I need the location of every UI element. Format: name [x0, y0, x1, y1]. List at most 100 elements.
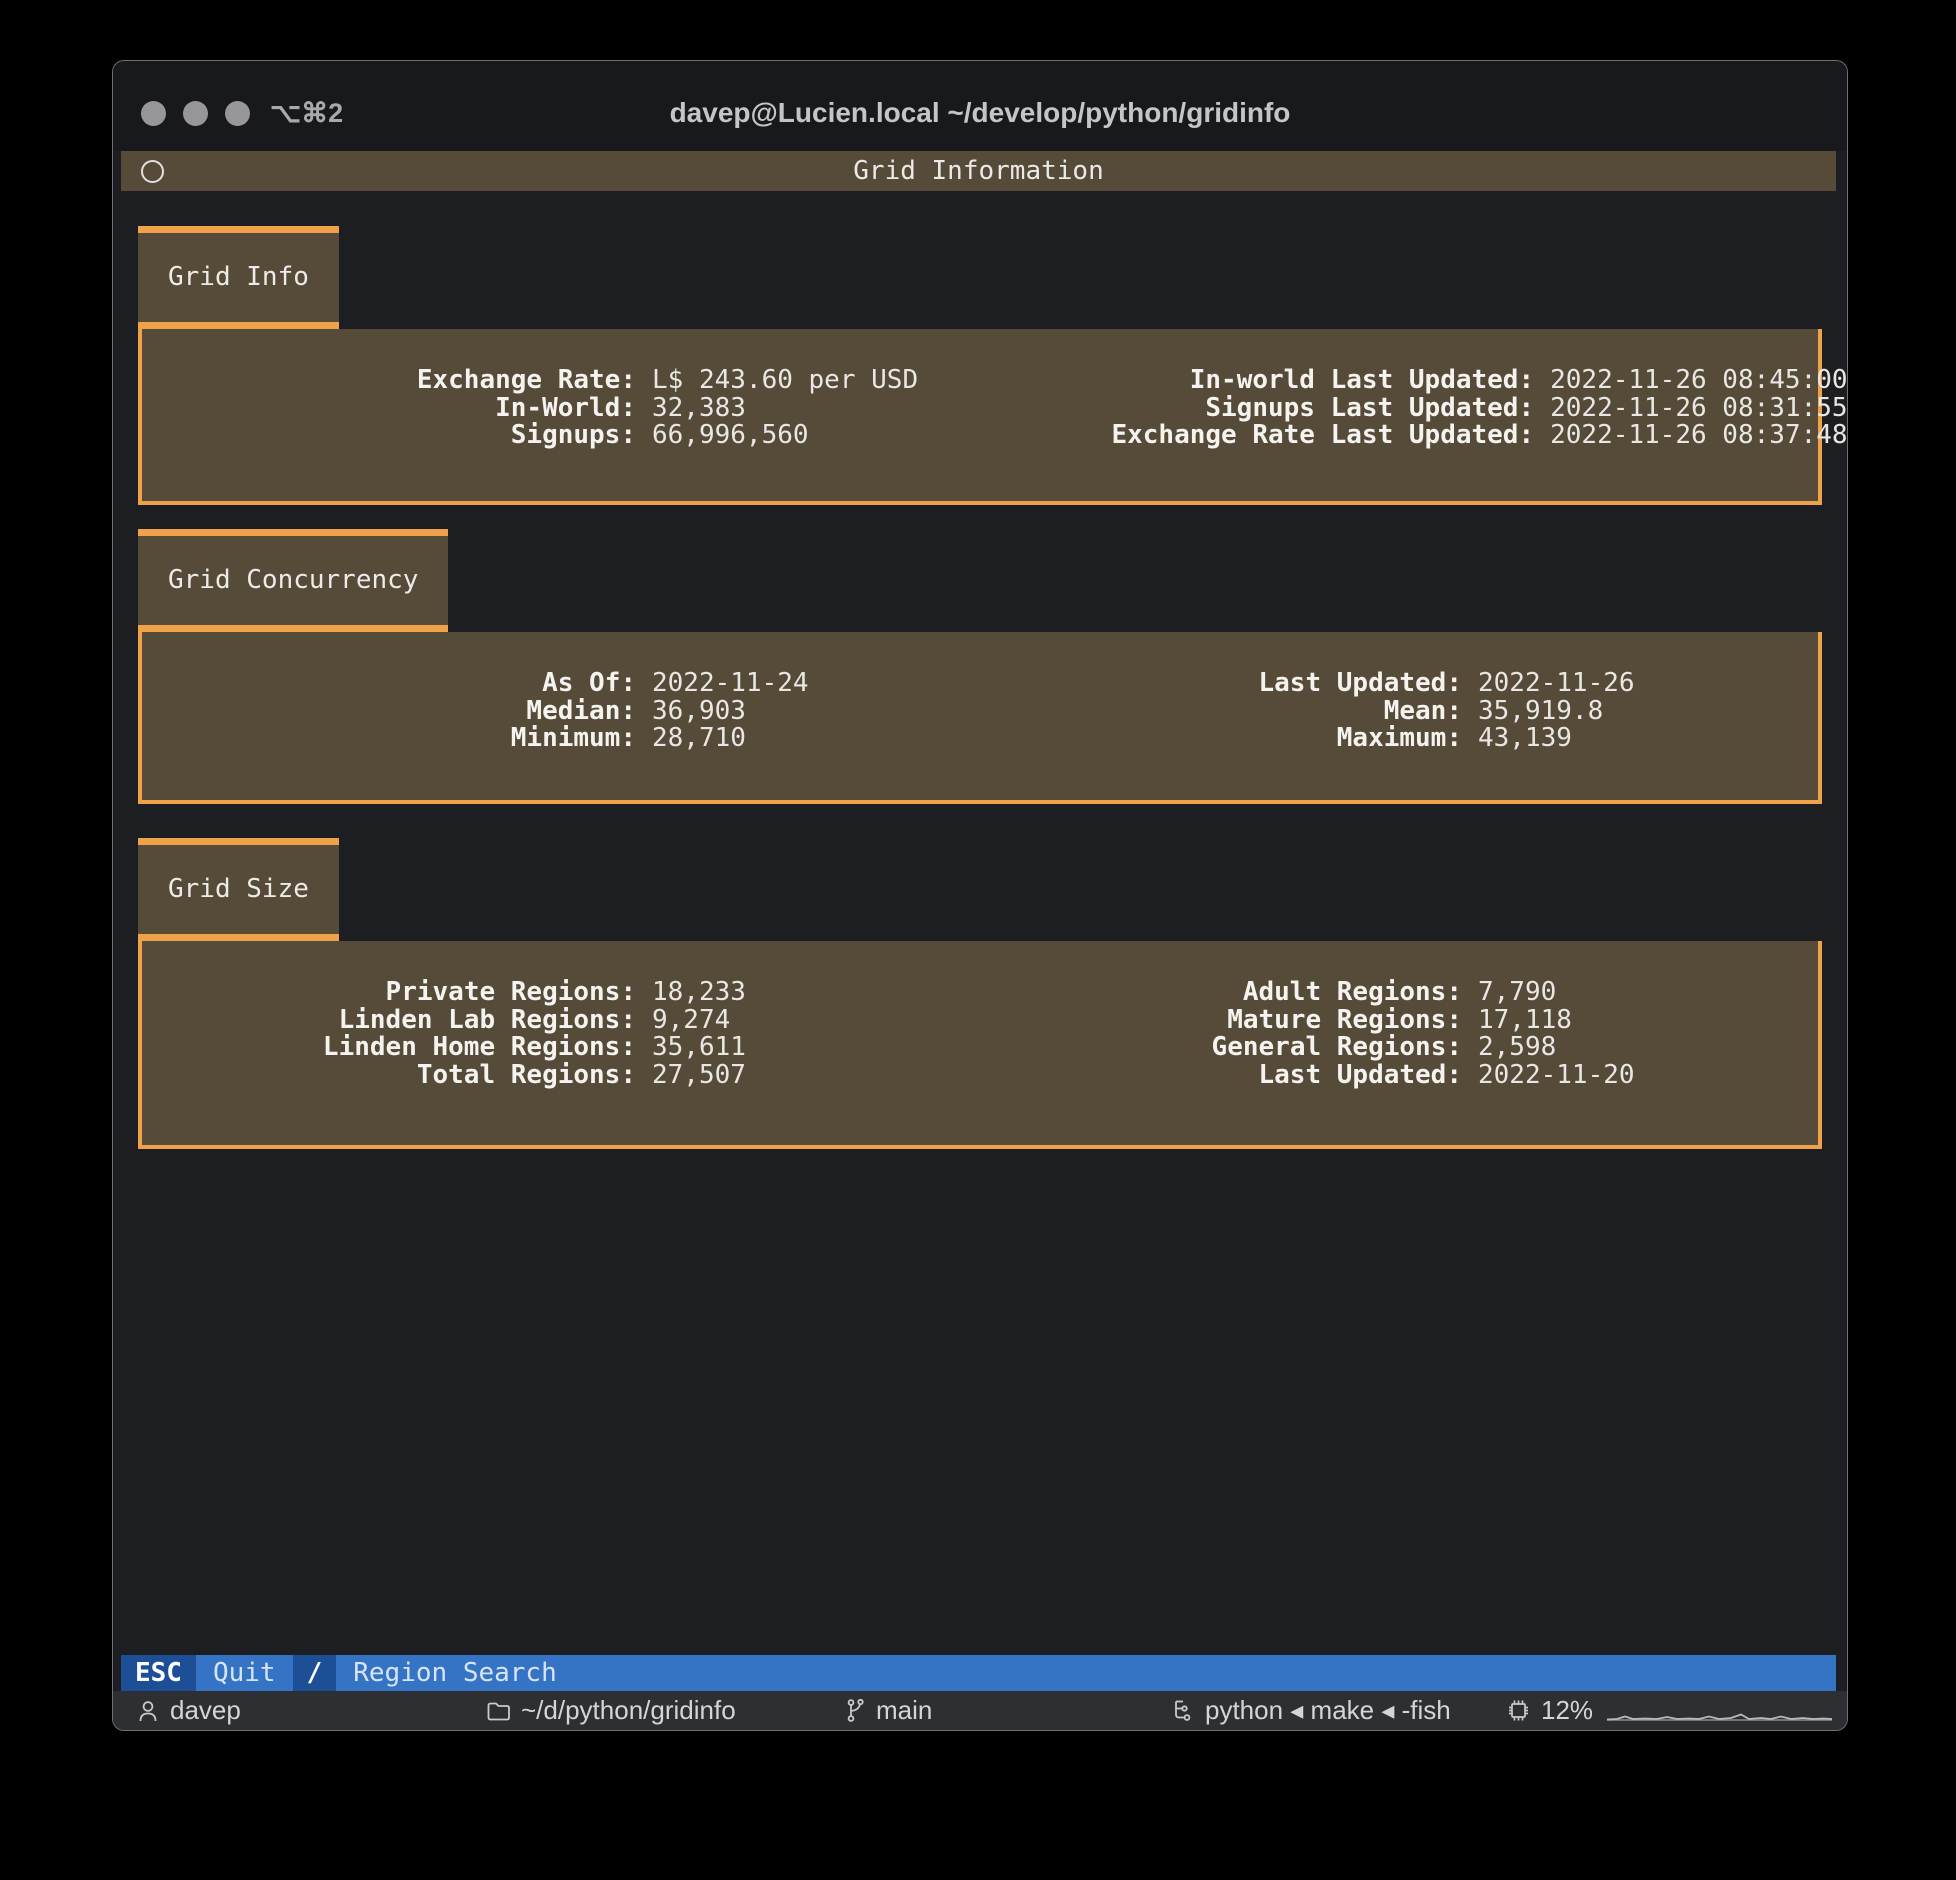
tab-shortcut-label: ⌥⌘2 — [270, 75, 343, 151]
field-row: Linden Home Regions: 35,611 — [142, 1034, 846, 1062]
field-row: Total Regions: 27,507 — [142, 1062, 846, 1090]
field-label: Minimum: — [142, 725, 636, 753]
terminal-screen: Grid Information Grid Info Exchange Rate… — [113, 151, 1847, 1691]
footer-keybindings: ESC Quit / Region Search — [121, 1655, 1836, 1691]
status-cpu-percent: 12% — [1541, 1695, 1593, 1726]
panel-column-right: Adult Regions: 7,790 Mature Regions: 17,… — [846, 979, 1818, 1145]
field-value: 28,710 — [652, 725, 746, 753]
status-cpu: 12% — [1505, 1691, 1593, 1730]
field-row: Exchange Rate Last Updated: 2022-11-26 0… — [918, 422, 1847, 450]
field-value: L$ 243.60 per USD — [652, 367, 918, 395]
field-label: Exchange Rate Last Updated: — [918, 422, 1534, 450]
panel-grid-size: Private Regions: 18,233 Linden Lab Regio… — [138, 941, 1822, 1149]
field-label: Exchange Rate: — [142, 367, 636, 395]
field-row: Mean: 35,919.8 — [846, 698, 1818, 726]
field-value: 2022-11-26 08:37:48 — [1550, 422, 1847, 450]
minimize-button[interactable] — [183, 101, 208, 126]
git-branch-icon — [843, 1697, 867, 1724]
field-row: Adult Regions: 7,790 — [846, 979, 1818, 1007]
field-value: 2022-11-24 — [652, 670, 809, 698]
cpu-chip-icon — [1505, 1697, 1532, 1724]
status-user-name: davep — [170, 1695, 241, 1726]
close-button[interactable] — [141, 101, 166, 126]
folder-icon — [485, 1697, 512, 1724]
field-value: 32,383 — [652, 395, 746, 423]
panel-column-left: As Of: 2022-11-24 Median: 36,903 Minimum… — [142, 670, 846, 800]
field-label: In-world Last Updated: — [918, 367, 1534, 395]
status-process-chain: python ◂ make ◂ -fish — [1205, 1695, 1451, 1726]
tab-grid-concurrency: Grid Concurrency — [138, 529, 448, 632]
app-title: Grid Information — [121, 156, 1836, 186]
field-value: 2022-11-26 08:31:55 — [1550, 395, 1847, 423]
panel-column-right: In-world Last Updated: 2022-11-26 08:45:… — [918, 367, 1847, 501]
field-label: Total Regions: — [142, 1062, 636, 1090]
sparkline-graph — [1607, 1698, 1832, 1724]
field-row: Private Regions: 18,233 — [142, 979, 846, 1007]
panel-column-right: Last Updated: 2022-11-26 Mean: 35,919.8 … — [846, 670, 1818, 800]
circle-icon — [141, 160, 164, 183]
section-grid-info: Grid Info Exchange Rate: L$ 243.60 per U… — [138, 226, 1822, 505]
field-label: Linden Lab Regions: — [142, 1007, 636, 1035]
field-value: 2022-11-20 — [1478, 1062, 1635, 1090]
field-label: Adult Regions: — [846, 979, 1462, 1007]
field-label: Median: — [142, 698, 636, 726]
user-icon — [135, 1697, 161, 1724]
field-label: Private Regions: — [142, 979, 636, 1007]
field-value: 2022-11-26 — [1478, 670, 1635, 698]
action-quit[interactable]: Quit — [196, 1655, 293, 1691]
field-value: 36,903 — [652, 698, 746, 726]
field-value: 43,139 — [1478, 725, 1572, 753]
window-title: davep@Lucien.local ~/develop/python/grid… — [670, 97, 1291, 129]
status-git-branch: main — [843, 1691, 932, 1730]
field-label: As Of: — [142, 670, 636, 698]
field-label: Signups: — [142, 422, 636, 450]
binding-region-search[interactable]: / Region Search — [293, 1655, 574, 1691]
key-esc[interactable]: ESC — [121, 1655, 196, 1691]
tab-grid-info: Grid Info — [138, 226, 339, 329]
field-label: General Regions: — [846, 1034, 1462, 1062]
field-row: In-world Last Updated: 2022-11-26 08:45:… — [918, 367, 1847, 395]
zoom-button[interactable] — [225, 101, 250, 126]
field-row: Exchange Rate: L$ 243.60 per USD — [142, 367, 918, 395]
field-label: Last Updated: — [846, 670, 1462, 698]
terminal-window: ⌥⌘2 davep@Lucien.local ~/develop/python/… — [112, 60, 1848, 1731]
section-grid-concurrency: Grid Concurrency As Of: 2022-11-24 Media… — [138, 529, 1822, 804]
panel-column-left: Private Regions: 18,233 Linden Lab Regio… — [142, 979, 846, 1145]
app-header: Grid Information — [121, 151, 1836, 191]
field-row: Minimum: 28,710 — [142, 725, 846, 753]
field-label: Signups Last Updated: — [918, 395, 1534, 423]
field-row: General Regions: 2,598 — [846, 1034, 1818, 1062]
status-user: davep — [135, 1691, 241, 1730]
field-label: Mature Regions: — [846, 1007, 1462, 1035]
titlebar: ⌥⌘2 davep@Lucien.local ~/develop/python/… — [113, 61, 1847, 151]
panel-column-left: Exchange Rate: L$ 243.60 per USD In-Worl… — [142, 367, 918, 501]
field-label: Linden Home Regions: — [142, 1034, 636, 1062]
panel-grid-info: Exchange Rate: L$ 243.60 per USD In-Worl… — [138, 329, 1822, 505]
tab-grid-size: Grid Size — [138, 838, 339, 941]
empty-area — [121, 1149, 1836, 1655]
field-value: 2,598 — [1478, 1034, 1556, 1062]
key-slash[interactable]: / — [293, 1655, 337, 1691]
field-row: Signups Last Updated: 2022-11-26 08:31:5… — [918, 395, 1847, 423]
field-value: 66,996,560 — [652, 422, 809, 450]
field-value: 9,274 — [652, 1007, 730, 1035]
field-value: 7,790 — [1478, 979, 1556, 1007]
field-row: Last Updated: 2022-11-26 — [846, 670, 1818, 698]
process-tree-icon — [1170, 1697, 1196, 1724]
field-value: 2022-11-26 08:45:00 — [1550, 367, 1847, 395]
field-label: Last Updated: — [846, 1062, 1462, 1090]
terminal-status-bar: davep ~/d/python/gridinfo main — [113, 1691, 1847, 1730]
field-label: In-World: — [142, 395, 636, 423]
field-row: Last Updated: 2022-11-20 — [846, 1062, 1818, 1090]
field-row: Linden Lab Regions: 9,274 — [142, 1007, 846, 1035]
field-value: 18,233 — [652, 979, 746, 1007]
section-grid-size: Grid Size Private Regions: 18,233 Linden… — [138, 838, 1822, 1149]
status-git-branch-name: main — [876, 1695, 932, 1726]
binding-quit[interactable]: ESC Quit — [121, 1655, 293, 1691]
action-region-search[interactable]: Region Search — [336, 1655, 574, 1691]
field-row: Signups: 66,996,560 — [142, 422, 918, 450]
field-label: Maximum: — [846, 725, 1462, 753]
status-directory-path: ~/d/python/gridinfo — [521, 1695, 736, 1726]
status-processes: python ◂ make ◂ -fish — [1170, 1691, 1451, 1730]
traffic-lights — [141, 75, 250, 151]
